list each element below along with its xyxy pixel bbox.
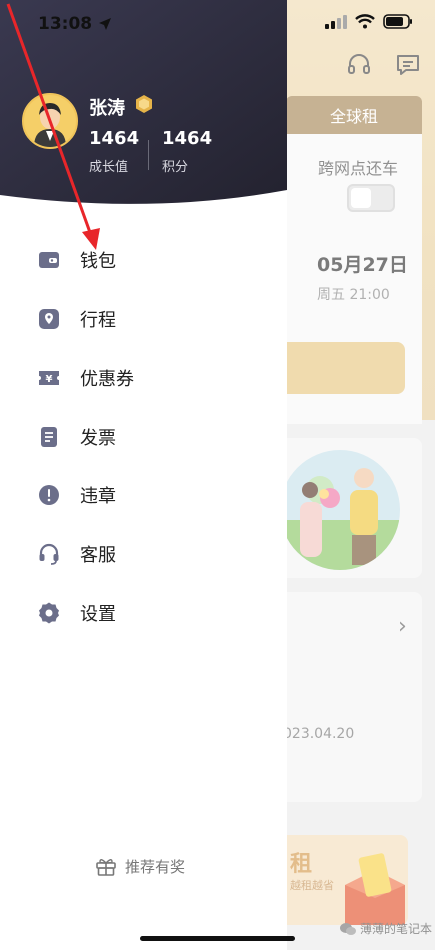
battery-icon bbox=[383, 14, 412, 29]
menu-label-violations: 违章 bbox=[80, 486, 116, 507]
growth-value[interactable]: 1464 bbox=[89, 128, 139, 149]
recommend-reward-label: 推荐有奖 bbox=[125, 857, 186, 876]
status-icons bbox=[325, 14, 413, 29]
coupon-icon: ¥ bbox=[39, 371, 59, 385]
menu-label-coupons: 优惠券 bbox=[80, 369, 134, 390]
wifi-icon bbox=[355, 14, 375, 29]
menu-label-invoice: 发票 bbox=[80, 428, 116, 449]
menu-label-customer-service: 客服 bbox=[80, 545, 116, 566]
recommend-reward-button[interactable]: 推荐有奖 bbox=[95, 855, 185, 877]
location-pin-icon bbox=[39, 309, 59, 329]
headset-icon bbox=[39, 543, 59, 565]
points-value[interactable]: 1464 bbox=[162, 128, 212, 149]
menu-item-trips[interactable]: 行程 bbox=[0, 291, 287, 347]
gear-icon bbox=[39, 602, 59, 624]
menu-item-customer-service[interactable]: 客服 bbox=[0, 526, 287, 582]
growth-label: 成长值 bbox=[89, 160, 129, 175]
user-name: 张涛 bbox=[89, 98, 125, 119]
avatar[interactable] bbox=[22, 93, 78, 149]
status-time: 13:08 bbox=[38, 14, 112, 34]
menu-item-coupons[interactable]: ¥ 优惠券 bbox=[0, 350, 287, 406]
side-drawer: 张涛 1464 成长值 1464 积分 钱包 行程 ¥ 优惠券 发票 违章 客服… bbox=[0, 0, 287, 950]
menu-item-violations[interactable]: 违章 bbox=[0, 467, 287, 523]
signal-icon bbox=[325, 14, 347, 29]
menu-item-wallet[interactable]: 钱包 bbox=[0, 232, 287, 288]
home-indicator[interactable] bbox=[140, 936, 295, 941]
menu-label-trips: 行程 bbox=[80, 310, 116, 331]
svg-text:¥: ¥ bbox=[46, 374, 53, 385]
wallet-icon bbox=[39, 252, 59, 268]
vip-badge-icon[interactable] bbox=[134, 94, 154, 114]
menu-item-settings[interactable]: 设置 bbox=[0, 585, 287, 641]
menu-label-wallet: 钱包 bbox=[80, 251, 116, 272]
location-arrow-icon bbox=[99, 18, 112, 30]
menu-label-settings: 设置 bbox=[80, 604, 116, 625]
alert-circle-icon bbox=[39, 485, 59, 505]
invoice-icon bbox=[41, 427, 57, 447]
menu-item-invoice[interactable]: 发票 bbox=[0, 409, 287, 465]
points-label: 积分 bbox=[162, 160, 189, 175]
stat-divider bbox=[148, 140, 149, 170]
gift-icon bbox=[96, 859, 116, 876]
